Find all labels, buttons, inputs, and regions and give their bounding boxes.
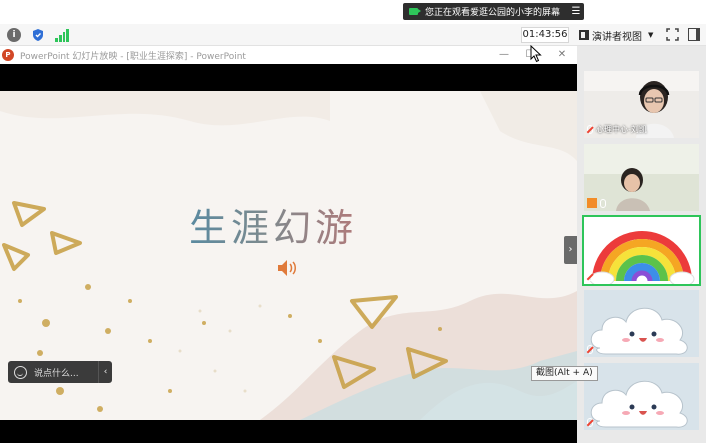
user-icon	[587, 198, 597, 208]
video-tile[interactable]	[584, 290, 699, 357]
rainbow-avatar	[584, 217, 699, 284]
chevron-down-icon: ▼	[648, 31, 654, 39]
powerpoint-logo-icon: P	[2, 49, 14, 61]
screenshot-tooltip: 截图(Alt + A)	[531, 366, 598, 381]
slideshow-letterbox-bottom	[0, 420, 577, 443]
chat-input-bar[interactable]: 说点什么... ‹	[8, 361, 112, 383]
emoji-icon[interactable]	[14, 365, 27, 379]
participant-name: 心理中心-刘凯	[596, 125, 647, 134]
video-tile[interactable]: 心理中心-刘凯	[584, 71, 699, 138]
powerpoint-window-title: PowerPoint 幻灯片放映 - [职业生涯探索] - PowerPoint	[20, 52, 246, 62]
video-tile[interactable]	[582, 215, 701, 286]
presenter-view-button[interactable]: 演讲者视图 ▼	[579, 27, 657, 43]
mic-muted-icon	[587, 418, 593, 427]
mouse-cursor-icon	[530, 44, 544, 63]
participant-label	[587, 345, 596, 354]
mic-icon	[600, 198, 606, 208]
meeting-window: 您正在观看爱逛公园的小李的屏幕 ☰ i 01:43:56 演讲者视图 ▼ P P…	[0, 0, 706, 443]
chevron-left-icon[interactable]: ‹	[98, 361, 112, 383]
menu-lines-icon[interactable]: ☰	[568, 6, 584, 17]
mic-muted-icon	[587, 272, 593, 281]
camera-icon	[409, 8, 421, 15]
participant-label: 心理中心-刘凯	[587, 124, 647, 135]
mic-muted-icon	[587, 345, 593, 354]
shield-icon[interactable]	[31, 28, 45, 42]
cloud-avatar	[584, 363, 699, 430]
panel-toggle-icon[interactable]	[688, 28, 700, 41]
collapse-panel-button[interactable]: ›	[564, 236, 577, 264]
participant-label	[587, 418, 596, 427]
video-tile[interactable]	[584, 144, 699, 211]
speaker-icon[interactable]	[277, 259, 299, 277]
presenter-view-icon	[579, 30, 589, 40]
participant-label	[587, 198, 609, 208]
share-notice-text: 您正在观看爱逛公园的小李的屏幕	[425, 8, 561, 18]
presenter-view-label: 演讲者视图	[592, 31, 642, 43]
mic-muted-icon	[587, 125, 593, 134]
meeting-timer: 01:43:56	[521, 27, 569, 43]
participant-label	[587, 272, 596, 281]
signal-bars-icon[interactable]	[55, 28, 69, 42]
fullscreen-icon[interactable]	[666, 28, 679, 41]
meeting-toolbar: i 01:43:56 演讲者视图 ▼	[0, 24, 706, 46]
chat-input[interactable]: 说点什么...	[34, 366, 98, 379]
top-banner: 您正在观看爱逛公园的小李的屏幕 ☰	[0, 0, 706, 24]
screen-share-notice[interactable]: 您正在观看爱逛公园的小李的屏幕 ☰	[403, 3, 584, 20]
slide-title: 生涯幻游	[189, 197, 357, 252]
close-button[interactable]: ✕	[555, 48, 569, 62]
video-tile[interactable]	[584, 363, 699, 430]
cloud-avatar	[584, 290, 699, 357]
minimize-button[interactable]: —	[497, 48, 511, 62]
info-icon[interactable]: i	[7, 28, 21, 42]
powerpoint-titlebar: P PowerPoint 幻灯片放映 - [职业生涯探索] - PowerPoi…	[0, 46, 577, 64]
slideshow-letterbox-top	[0, 64, 577, 91]
